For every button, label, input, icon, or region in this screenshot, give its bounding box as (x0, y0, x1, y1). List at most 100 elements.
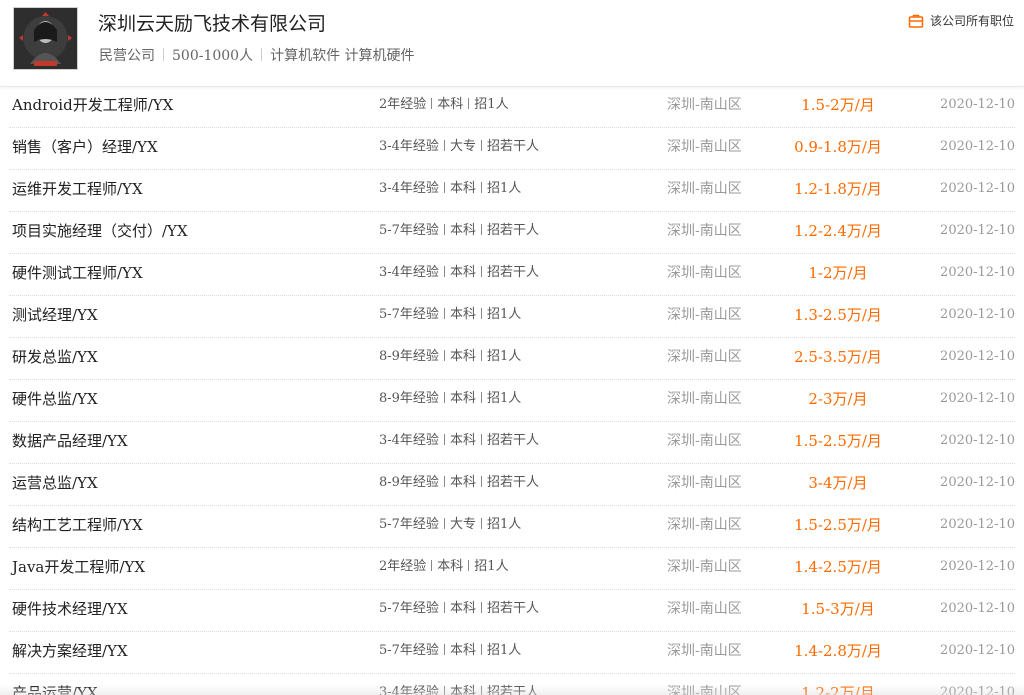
company-header: 深圳云天励飞技术有限公司 民营公司 500-1000人 计算机软件 计算机硬件 该公… (0, 0, 1024, 87)
job-salary: 1.2-2.4万/月 (794, 222, 882, 240)
job-date: 2020-12-10 (940, 97, 1015, 112)
job-title[interactable]: 运维开发工程师/YX (12, 170, 143, 208)
job-salary: 1.5-2万/月 (801, 96, 875, 114)
job-location: 深圳-南山区 (667, 643, 742, 659)
job-education: 本科 (449, 265, 476, 280)
job-row[interactable]: 研发总监/YX 8-9年经验 本科 招1人 深圳-南山区 2.5-3.5万/月 2020-1… (9, 338, 1015, 380)
divider (480, 518, 482, 529)
job-title[interactable]: 结构工艺工程师/YX (12, 506, 143, 544)
job-row[interactable]: 硬件测试工程师/YX 3-4年经验 本科 招若干人 深圳-南山区 1-2万/月 2020-1… (9, 254, 1015, 296)
bottom-shade (0, 685, 1024, 695)
divider (163, 48, 164, 61)
job-headcount: 招若干人 (486, 433, 539, 448)
divider (443, 350, 445, 361)
job-experience: 5-7年经验 (379, 601, 439, 616)
job-requirements: 3-4年经验 大专 招若干人 (379, 128, 539, 166)
job-education: 本科 (449, 223, 476, 238)
divider (480, 266, 482, 277)
job-title[interactable]: 运营总监/YX (12, 464, 98, 502)
job-salary: 1.4-2.5万/月 (794, 558, 882, 576)
divider (480, 602, 482, 613)
job-experience: 8-9年经验 (379, 391, 439, 406)
job-education: 本科 (437, 97, 464, 112)
job-requirements: 5-7年经验 大专 招1人 (379, 506, 521, 544)
divider (443, 224, 445, 235)
job-requirements: 3-4年经验本科招若干人 (379, 254, 539, 292)
job-salary: 3-4万/月 (808, 474, 868, 492)
job-title[interactable]: 测试经理/YX (12, 296, 98, 334)
divider (443, 602, 445, 613)
job-experience: 3-4年经验 (379, 181, 439, 196)
job-row[interactable]: Android开发工程师/YX 2年经验 本科 招1人 深圳-南山区 1.5-2万/月 20… (9, 86, 1015, 128)
job-headcount: 招1人 (486, 643, 522, 658)
job-location: 深圳-南山区 (667, 181, 742, 197)
company-logo[interactable] (13, 7, 78, 70)
job-title[interactable]: Java开发工程师/YX (12, 548, 145, 586)
job-row[interactable]: 解决方案经理/YX 5-7年经验 本科 招1人 深圳-南山区 1.4-2.8万/月 2020… (9, 632, 1015, 674)
job-title[interactable]: Android开发工程师/YX (12, 86, 173, 124)
job-row[interactable]: 运维开发工程师/YX 3-4年经验 本科 招1人 深圳-南山区 1.2-1.8万/月 202… (9, 170, 1015, 212)
job-experience: 8-9年经验 (379, 475, 439, 490)
divider (443, 434, 445, 445)
job-salary: 0.9-1.8万/月 (794, 138, 882, 156)
job-experience: 2年经验 (379, 559, 427, 574)
job-date: 2020-12-10 (940, 643, 1015, 658)
job-date: 2020-12-10 (940, 223, 1015, 238)
job-salary: 1.5-2.5万/月 (794, 516, 882, 534)
job-row[interactable]: 项目实施经理（交付）/YX 5-7年经验 本科 招若干人 深圳-南山区 1.2-2.4万/… (9, 212, 1015, 254)
job-row[interactable]: 硬件技术经理/YX 5-7年经验 本科 招若干人 深圳-南山区 1.5-3万/月 2020-… (9, 590, 1015, 632)
company-name: 深圳云天励飞技术有限公司 (98, 13, 327, 35)
job-headcount: 招若干人 (486, 475, 539, 490)
job-row[interactable]: 硬件总监/YX 8-9年经验 本科 招1人 深圳-南山区 2-3万/月 2020-12-10 (9, 380, 1015, 422)
job-row[interactable]: 运营总监/YX 8-9年经验 本科 招若干人 深圳-南山区 3-4万/月 2020-12-1… (9, 464, 1015, 506)
job-title[interactable]: 销售（客户）经理/YX (12, 128, 158, 166)
divider (480, 476, 482, 487)
job-requirements: 8-9年经验 本科 招1人 (379, 338, 521, 376)
job-headcount: 招1人 (486, 391, 522, 406)
job-requirements: 5-7年经验 本科 招若干人 (379, 590, 539, 628)
job-experience: 5-7年经验 (379, 643, 439, 658)
job-experience: 2年经验 (379, 97, 427, 112)
job-title[interactable]: 硬件总监/YX (12, 380, 98, 418)
job-date: 2020-12-10 (940, 433, 1015, 448)
job-date: 2020-12-10 (940, 601, 1015, 616)
job-salary: 1.4-2.8万/月 (794, 642, 882, 660)
job-requirements: 8-9年经验 本科 招若干人 (379, 464, 539, 502)
job-date: 2020-12-10 (940, 349, 1015, 364)
job-requirements: 5-7年经验 本科 招若干人 (379, 212, 539, 250)
job-headcount: 招若干人 (486, 265, 539, 280)
job-education: 本科 (449, 349, 476, 364)
job-title[interactable]: 数据产品经理/YX (12, 422, 128, 460)
job-salary: 1.5-3万/月 (801, 600, 875, 618)
job-location: 深圳-南山区 (667, 391, 742, 407)
divider (431, 98, 433, 109)
all-jobs-link[interactable]: 该公司所有职位 (908, 12, 1014, 29)
job-row[interactable]: 测试经理/YX 5-7年经验 本科 招1人 深圳-南山区 1.3-2.5万/月 2020-1… (9, 296, 1015, 338)
company-jobs-page: 深圳云天励飞技术有限公司 民营公司 500-1000人 计算机软件 计算机硬件 该公… (0, 0, 1024, 695)
job-location: 深圳-南山区 (667, 139, 742, 155)
job-location: 深圳-南山区 (667, 223, 742, 239)
job-date: 2020-12-10 (940, 517, 1015, 532)
divider (443, 266, 445, 277)
divider (480, 140, 482, 151)
job-date: 2020-12-10 (940, 391, 1015, 406)
job-title[interactable]: 硬件测试工程师/YX (12, 254, 143, 292)
divider (261, 48, 263, 61)
divider (443, 644, 445, 655)
job-title[interactable]: 研发总监/YX (12, 338, 98, 376)
job-title[interactable]: 解决方案经理/YX (12, 632, 128, 670)
job-row[interactable]: 结构工艺工程师/YX 5-7年经验 大专 招1人 深圳-南山区 1.5-2.5万/月 202… (9, 506, 1015, 548)
job-title[interactable]: 硬件技术经理/YX (12, 590, 128, 628)
job-row[interactable]: 销售（客户）经理/YX 3-4年经验 大专 招若干人 深圳-南山区 0.9-1.8万/月 2… (9, 128, 1015, 170)
job-education: 本科 (449, 601, 476, 616)
job-row[interactable]: Java开发工程师/YX 2年经验 本科 招1人 深圳-南山区 1.4-2.5万/月 202… (9, 548, 1015, 590)
job-row[interactable]: 数据产品经理/YX 3-4年经验 本科 招若干人 深圳-南山区 1.5-2.5万/月 202… (9, 422, 1015, 464)
job-experience: 5-7年经验 (379, 307, 439, 322)
divider (443, 476, 445, 487)
company-industry: 计算机软件 计算机硬件 (270, 48, 415, 64)
company-logo-image (14, 8, 77, 69)
job-headcount: 招1人 (474, 559, 509, 574)
divider (480, 392, 482, 403)
job-title[interactable]: 项目实施经理（交付）/YX (12, 212, 188, 250)
divider (468, 560, 470, 571)
